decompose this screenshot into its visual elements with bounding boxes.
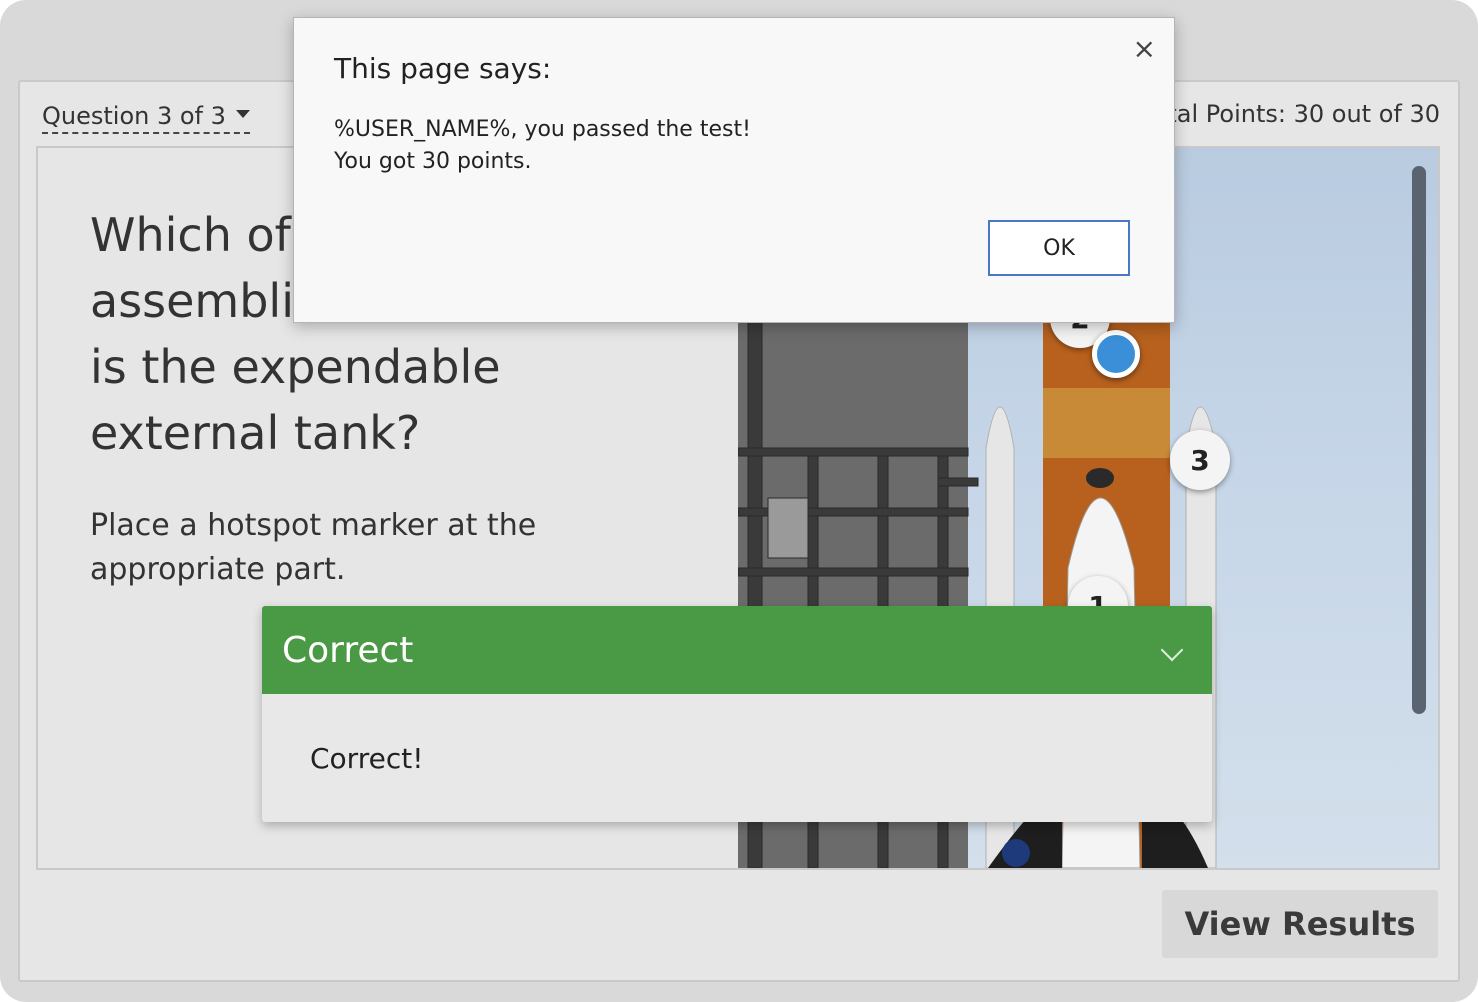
close-icon[interactable]: × [1133,32,1156,65]
vertical-scrollbar[interactable] [1412,166,1426,714]
feedback-title: Correct [282,629,414,671]
dialog-message: %USER_NAME%, you passed the test! You go… [334,114,751,178]
feedback-message: Correct! [310,742,424,775]
chevron-down-icon[interactable] [1160,638,1184,662]
instruction-text: Place a hotspot marker at the appropriat… [90,508,537,587]
ok-button[interactable]: OK [988,220,1130,276]
view-results-button[interactable]: View Results [1162,890,1438,958]
caret-down-icon [235,110,250,118]
hotspot-label-3[interactable]: 3 [1170,430,1230,490]
dialog-title: This page says: [334,52,552,85]
question-counter: Question 3 of 3 [42,102,226,130]
nasa-logo-icon [1002,839,1030,867]
hotspot-marker[interactable] [1092,330,1140,378]
total-points: Total Points: 30 out of 30 [1142,100,1440,128]
question-line: external tank? [90,406,421,460]
dialog-message-line: %USER_NAME%, you passed the test! [334,117,751,142]
alert-dialog: This page says: × %USER_NAME%, you passe… [293,17,1175,323]
feedback-panel: Correct Correct! [262,606,1212,822]
question-navigator[interactable]: Question 3 of 3 [42,102,250,134]
screen: Question 3 of 3 Total Points: 30 out of … [0,0,1478,1002]
dialog-message-line: You got 30 points. [334,149,532,174]
feedback-header[interactable]: Correct [262,606,1212,694]
question-line: is the expendable [90,340,501,394]
